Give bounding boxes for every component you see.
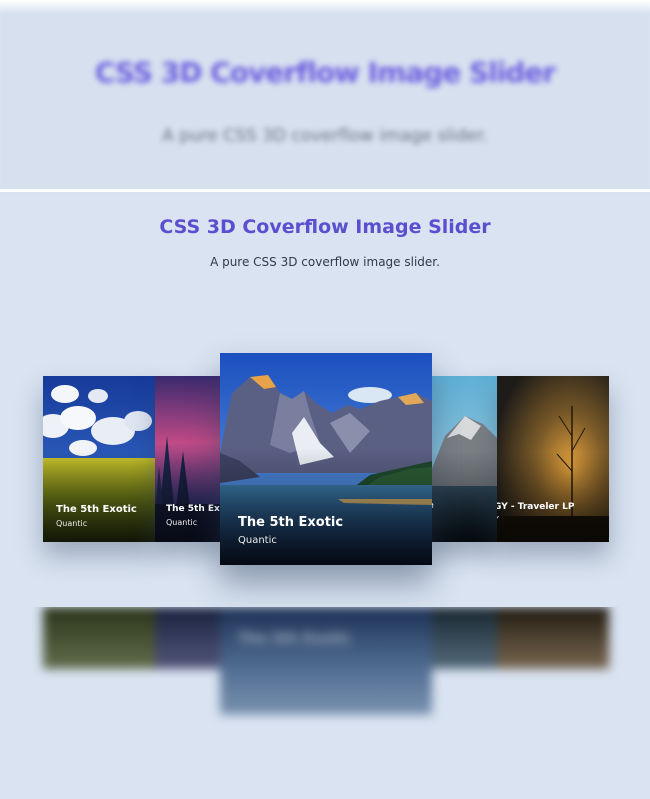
slide-1-subtitle: Quantic <box>56 519 88 528</box>
blurred-header-title: CSS 3D Coverflow Image Slider <box>94 56 556 89</box>
slide-4-shade <box>425 450 497 542</box>
reflection-fade <box>0 607 650 799</box>
slide-3-title: The 5th Exotic <box>238 515 344 530</box>
slide-3-subtitle: Quantic <box>238 535 277 546</box>
slide-2-shade <box>155 450 225 542</box>
slide-1-title: The 5th Exotic <box>56 504 137 515</box>
slide-card-3-active[interactable]: The 5th Exotic Quantic <box>220 353 432 565</box>
slider-reflection: The 5th Exotic <box>0 607 650 799</box>
slide-card-5[interactable]: GY - Traveler LP Y <box>497 376 609 542</box>
slide-2-subtitle: Quantic <box>166 518 198 527</box>
slide-3-shade <box>220 448 432 565</box>
slide-5-subtitle: Y <box>497 515 499 524</box>
slide-card-4[interactable]: e <box>425 376 497 542</box>
page-title: CSS 3D Coverflow Image Slider <box>159 216 491 238</box>
slide-card-1[interactable]: The 5th Exotic Quantic <box>43 376 155 542</box>
blurred-header-banner: CSS 3D Coverflow Image Slider A pure CSS… <box>0 0 650 190</box>
slide-5-shade <box>497 450 609 542</box>
page-subtitle: A pure CSS 3D coverflow image slider. <box>210 255 440 269</box>
slide-5-title: GY - Traveler LP <box>497 502 575 512</box>
top-fade <box>0 0 650 14</box>
slide-1-shade <box>43 450 155 542</box>
header-divider <box>0 189 650 192</box>
blurred-header-subtitle: A pure CSS 3D coverflow image slider. <box>162 126 488 146</box>
slide-2-title: The 5th Exotic <box>166 504 225 514</box>
slide-card-2[interactable]: The 5th Exotic Quantic <box>155 376 225 542</box>
